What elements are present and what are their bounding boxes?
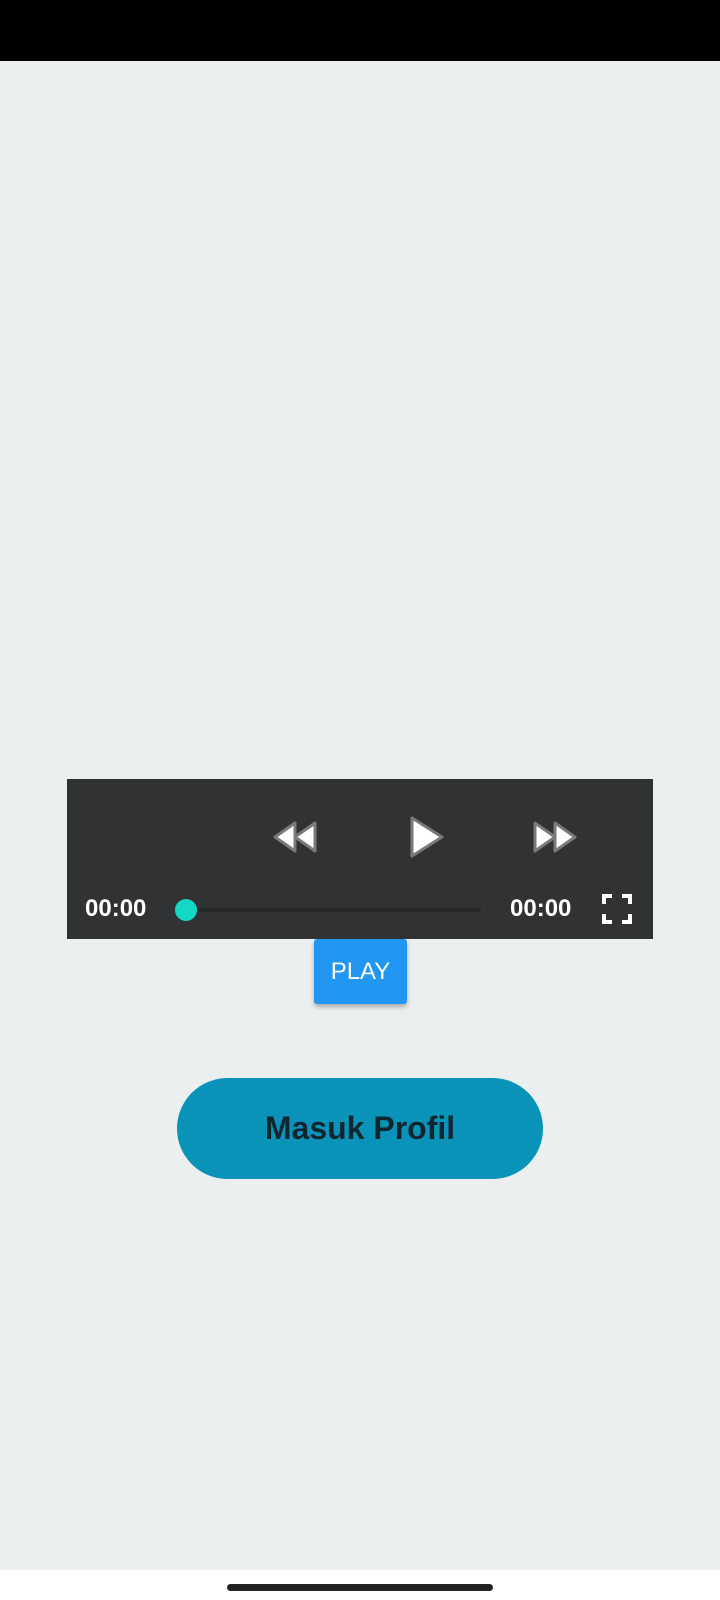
status-bar (0, 0, 720, 61)
seek-thumb[interactable] (175, 899, 197, 921)
rewind-button[interactable] (271, 815, 319, 859)
current-time: 00:00 (85, 895, 147, 922)
main-content: 00:00 00:00 PLAY Masuk Profil (0, 61, 720, 1570)
player-play-button[interactable] (404, 813, 448, 861)
seek-bar[interactable] (188, 908, 481, 912)
play-button[interactable]: PLAY (314, 939, 407, 1004)
home-indicator[interactable] (227, 1584, 493, 1591)
total-time: 00:00 (510, 895, 572, 922)
fullscreen-icon (600, 892, 634, 926)
masuk-profil-button[interactable]: Masuk Profil (177, 1078, 543, 1179)
rewind-icon (271, 815, 319, 859)
fast-forward-button[interactable] (531, 815, 579, 859)
play-icon (404, 813, 448, 861)
video-player: 00:00 00:00 (67, 779, 653, 939)
fast-forward-icon (531, 815, 579, 859)
navigation-bar (0, 1570, 720, 1600)
fullscreen-button[interactable] (600, 892, 634, 926)
